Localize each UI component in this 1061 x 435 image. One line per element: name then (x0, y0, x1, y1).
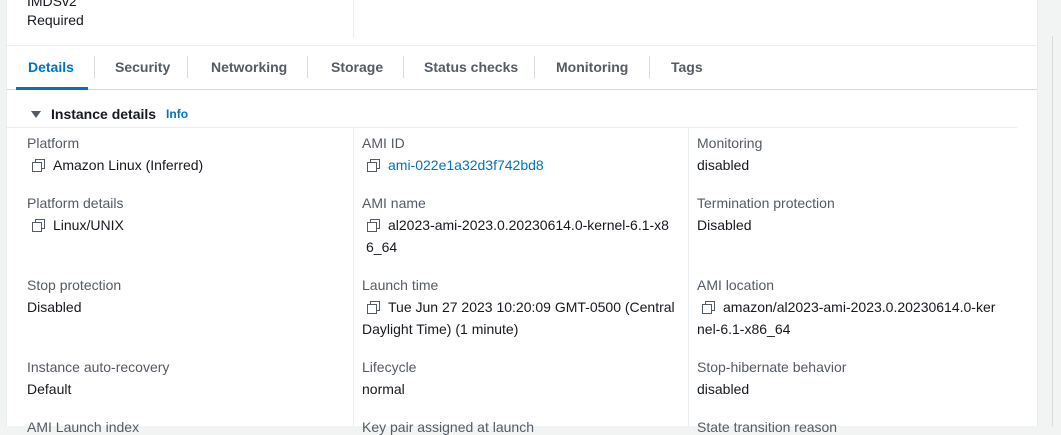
platform-value: Amazon Linux (Inferred) (31, 154, 203, 176)
copy-icon[interactable] (31, 218, 45, 232)
imdsv2-label: IMDSv2 (27, 0, 77, 9)
termination-protection-value: Disabled (697, 217, 752, 233)
copy-icon[interactable] (701, 300, 715, 314)
launch-time-label: Launch time (362, 277, 439, 293)
ami-location-value: amazon/al2023-ami-2023.0.20230614.0-kern… (697, 299, 996, 337)
launch-time-value: Tue Jun 27 2023 10:20:09 GMT-0500 (Centr… (362, 299, 675, 337)
tab-bar: Details Security Networking Storage Stat… (7, 46, 1037, 90)
monitoring-label: Monitoring (697, 135, 763, 151)
state-transition-label: State transition reason (697, 419, 838, 435)
platform-details-value: Linux/UNIX (31, 214, 124, 236)
lifecycle-label: Lifecycle (362, 359, 417, 375)
platform-label: Platform (27, 135, 80, 151)
copy-icon[interactable] (31, 158, 45, 172)
tab-monitoring[interactable]: Monitoring (556, 46, 628, 89)
auto-recovery-label: Instance auto-recovery (27, 359, 170, 375)
tab-separator (403, 56, 404, 78)
instance-details-header[interactable]: Instance details Info (27, 104, 188, 124)
ami-location-label: AMI location (697, 277, 775, 293)
tab-storage[interactable]: Storage (331, 46, 383, 89)
tab-separator (307, 56, 308, 78)
column-divider (353, 0, 354, 38)
imdsv2-value: Required (27, 12, 84, 28)
tab-separator (187, 56, 188, 78)
monitoring-value: disabled (697, 157, 750, 173)
tab-details[interactable]: Details (16, 46, 88, 90)
stop-hibernate-label: Stop-hibernate behavior (697, 359, 847, 375)
ami-name-value: al2023-ami-2023.0.20230614.0-kernel-6.1-… (366, 217, 669, 255)
info-link[interactable]: Info (166, 107, 188, 121)
tab-tags[interactable]: Tags (671, 46, 703, 89)
divider (7, 127, 1017, 128)
stop-protection-value: Disabled (27, 299, 82, 315)
tab-separator (94, 56, 95, 78)
column-divider (688, 128, 689, 426)
copy-icon[interactable] (366, 158, 380, 172)
tab-security[interactable]: Security (115, 46, 170, 89)
copy-icon[interactable] (366, 218, 380, 232)
lifecycle-value: normal (362, 381, 405, 397)
termination-protection-label: Termination protection (697, 195, 835, 211)
ami-id-link[interactable]: ami-022e1a32d3f742bd8 (388, 157, 544, 173)
tab-networking[interactable]: Networking (211, 46, 287, 89)
auto-recovery-value: Default (27, 381, 72, 397)
scrollbar[interactable] (1052, 36, 1061, 426)
platform-details-label: Platform details (27, 195, 124, 211)
key-pair-label: Key pair assigned at launch (362, 419, 534, 435)
ami-id-value: ami-022e1a32d3f742bd8 (366, 154, 544, 176)
stop-hibernate-value: disabled (697, 381, 750, 397)
tab-status-checks[interactable]: Status checks (424, 46, 518, 89)
stop-protection-label: Stop protection (27, 277, 122, 293)
tab-separator (534, 56, 535, 78)
ami-id-label: AMI ID (362, 135, 405, 151)
caret-down-icon[interactable] (31, 110, 41, 118)
column-divider (353, 128, 354, 426)
active-tab-indicator (16, 87, 88, 90)
ami-name-label: AMI name (362, 195, 426, 211)
ami-launch-index-label: AMI Launch index (27, 419, 140, 435)
copy-icon[interactable] (366, 300, 380, 314)
section-title: Instance details (51, 106, 157, 122)
instance-details-panel: IMDSv2 Required Details Security Network… (6, 0, 1038, 435)
tab-separator (649, 56, 650, 78)
